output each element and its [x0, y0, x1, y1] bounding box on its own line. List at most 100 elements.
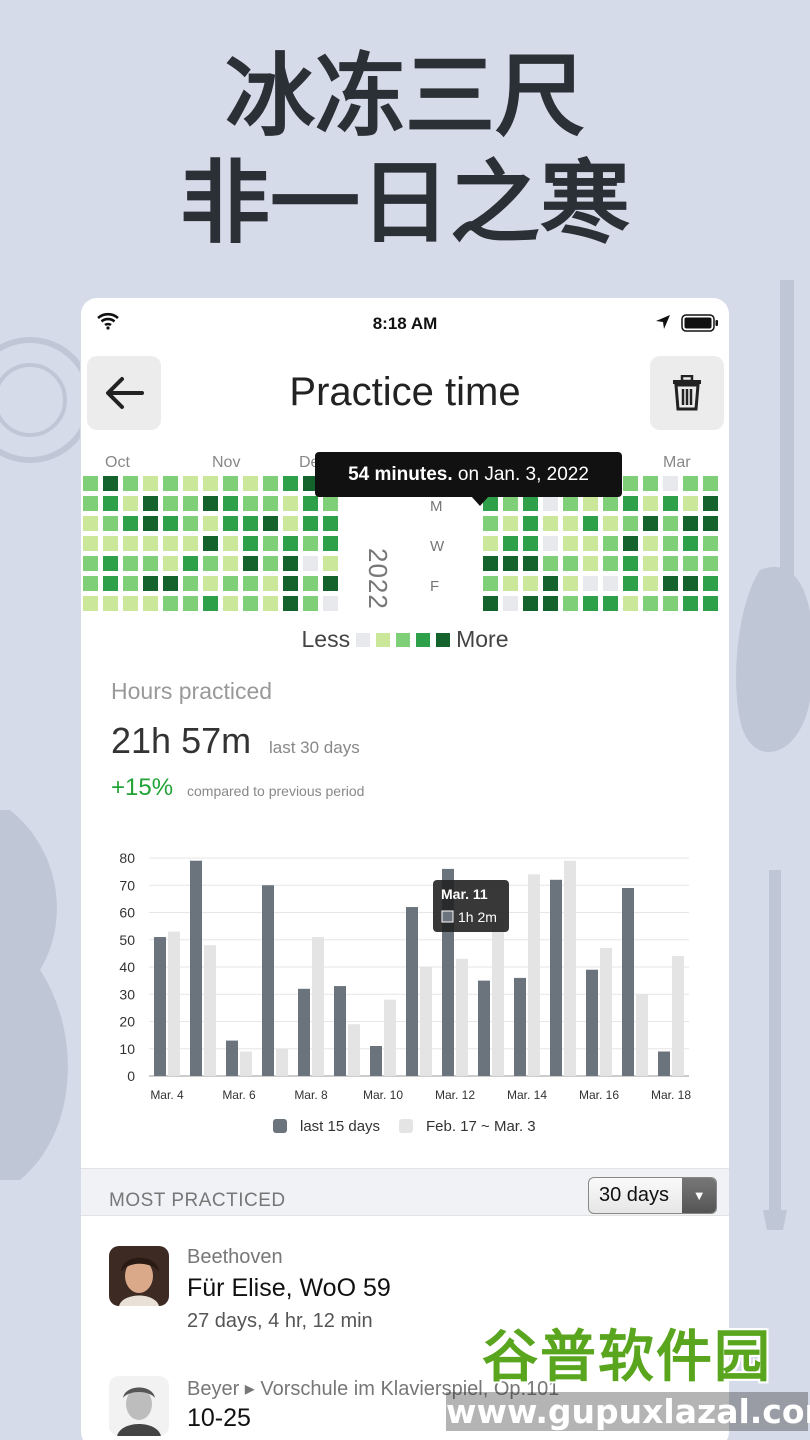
heatmap-cell[interactable]: [183, 556, 198, 571]
heatmap-cell[interactable]: [183, 596, 198, 611]
heatmap-cell[interactable]: [623, 476, 638, 491]
heatmap-cell[interactable]: [603, 536, 618, 551]
heatmap-cell[interactable]: [583, 576, 598, 591]
heatmap-cell[interactable]: [83, 576, 98, 591]
heatmap-cell[interactable]: [623, 516, 638, 531]
heatmap-cell[interactable]: [603, 496, 618, 511]
heatmap-cell[interactable]: [243, 536, 258, 551]
heatmap-cell[interactable]: [163, 496, 178, 511]
heatmap-cell[interactable]: [523, 556, 538, 571]
heatmap-cell[interactable]: [163, 576, 178, 591]
heatmap-cell[interactable]: [643, 556, 658, 571]
heatmap-cell[interactable]: [263, 556, 278, 571]
heatmap-cell[interactable]: [243, 496, 258, 511]
heatmap-cell[interactable]: [223, 596, 238, 611]
heatmap-cell[interactable]: [543, 536, 558, 551]
heatmap-cell[interactable]: [123, 596, 138, 611]
heatmap-cell[interactable]: [523, 536, 538, 551]
heatmap-cell[interactable]: [283, 536, 298, 551]
heatmap-cell[interactable]: [503, 536, 518, 551]
heatmap-cell[interactable]: [283, 596, 298, 611]
heatmap-cell[interactable]: [503, 496, 518, 511]
heatmap-cell[interactable]: [663, 556, 678, 571]
heatmap-cell[interactable]: [183, 576, 198, 591]
heatmap-cell[interactable]: [143, 476, 158, 491]
heatmap-cell[interactable]: [543, 556, 558, 571]
heatmap-cell[interactable]: [263, 536, 278, 551]
heatmap-cell[interactable]: [83, 536, 98, 551]
heatmap-cell[interactable]: [163, 556, 178, 571]
heatmap-cell[interactable]: [83, 476, 98, 491]
delete-button[interactable]: [650, 356, 724, 430]
heatmap-cell[interactable]: [283, 476, 298, 491]
heatmap-cell[interactable]: [523, 516, 538, 531]
heatmap-cell[interactable]: [683, 556, 698, 571]
heatmap-cell[interactable]: [203, 516, 218, 531]
heatmap-cell[interactable]: [563, 596, 578, 611]
heatmap-cell[interactable]: [283, 496, 298, 511]
heatmap-cell[interactable]: [683, 516, 698, 531]
heatmap-cell[interactable]: [683, 576, 698, 591]
heatmap-cell[interactable]: [283, 556, 298, 571]
heatmap-cell[interactable]: [283, 576, 298, 591]
heatmap-cell[interactable]: [583, 556, 598, 571]
heatmap-cell[interactable]: [283, 516, 298, 531]
heatmap-cell[interactable]: [223, 496, 238, 511]
heatmap-cell[interactable]: [263, 596, 278, 611]
heatmap-cell[interactable]: [623, 536, 638, 551]
heatmap-cell[interactable]: [303, 496, 318, 511]
heatmap-cell[interactable]: [603, 596, 618, 611]
heatmap-cell[interactable]: [103, 516, 118, 531]
heatmap-cell[interactable]: [263, 516, 278, 531]
heatmap-cell[interactable]: [623, 556, 638, 571]
heatmap-cell[interactable]: [503, 516, 518, 531]
heatmap-cell[interactable]: [303, 556, 318, 571]
heatmap-cell[interactable]: [703, 556, 718, 571]
heatmap-cell[interactable]: [623, 576, 638, 591]
heatmap-cell[interactable]: [103, 576, 118, 591]
heatmap-cell[interactable]: [303, 596, 318, 611]
heatmap-cell[interactable]: [643, 496, 658, 511]
heatmap-cell[interactable]: [543, 496, 558, 511]
heatmap-cell[interactable]: [483, 536, 498, 551]
heatmap-cell[interactable]: [623, 596, 638, 611]
heatmap-cell[interactable]: [203, 496, 218, 511]
heatmap-cell[interactable]: [243, 596, 258, 611]
heatmap-cell[interactable]: [123, 576, 138, 591]
heatmap-cell[interactable]: [243, 516, 258, 531]
heatmap-cell[interactable]: [703, 596, 718, 611]
heatmap-cell[interactable]: [663, 476, 678, 491]
heatmap-cell[interactable]: [643, 596, 658, 611]
heatmap-cell[interactable]: [663, 576, 678, 591]
heatmap-cell[interactable]: [563, 496, 578, 511]
heatmap-cell[interactable]: [143, 536, 158, 551]
heatmap-cell[interactable]: [243, 476, 258, 491]
heatmap-cell[interactable]: [603, 516, 618, 531]
heatmap-cell[interactable]: [303, 536, 318, 551]
heatmap-cell[interactable]: [643, 576, 658, 591]
heatmap-cell[interactable]: [203, 576, 218, 591]
heatmap-cell[interactable]: [643, 516, 658, 531]
heatmap-cell[interactable]: [303, 576, 318, 591]
heatmap-cell[interactable]: [243, 556, 258, 571]
heatmap-cell[interactable]: [663, 536, 678, 551]
heatmap-cell[interactable]: [523, 496, 538, 511]
heatmap-cell[interactable]: [103, 596, 118, 611]
heatmap-cell[interactable]: [263, 476, 278, 491]
heatmap-cell[interactable]: [583, 596, 598, 611]
heatmap-cell[interactable]: [183, 476, 198, 491]
heatmap-cell[interactable]: [103, 556, 118, 571]
heatmap-cell[interactable]: [603, 576, 618, 591]
heatmap-cell[interactable]: [543, 516, 558, 531]
heatmap-cell[interactable]: [323, 556, 338, 571]
heatmap-cell[interactable]: [323, 596, 338, 611]
heatmap-cell[interactable]: [223, 536, 238, 551]
heatmap-cell[interactable]: [143, 496, 158, 511]
heatmap-cell[interactable]: [503, 556, 518, 571]
heatmap-cell[interactable]: [223, 556, 238, 571]
heatmap-cell[interactable]: [143, 516, 158, 531]
heatmap-cell[interactable]: [163, 516, 178, 531]
heatmap-cell[interactable]: [203, 536, 218, 551]
heatmap-cell[interactable]: [243, 576, 258, 591]
heatmap-cell[interactable]: [263, 496, 278, 511]
